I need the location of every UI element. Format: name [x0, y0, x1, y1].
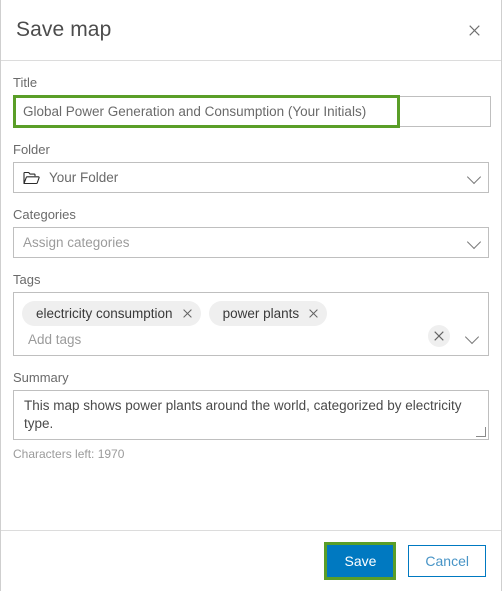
title-input[interactable]: Global Power Generation and Consumption … — [13, 96, 491, 127]
folder-field-group: Folder Your Folder — [13, 142, 489, 193]
dialog-footer: Save Cancel — [1, 530, 501, 591]
summary-field-group: Summary This map shows power plants arou… — [13, 370, 489, 461]
cancel-button[interactable]: Cancel — [408, 545, 486, 577]
title-label: Title — [13, 75, 38, 90]
categories-label: Categories — [13, 207, 76, 222]
folder-label: Folder — [13, 142, 50, 157]
tags-label: Tags — [13, 272, 41, 287]
add-tags-input[interactable]: Add tags — [22, 329, 428, 349]
save-button[interactable]: Save — [327, 545, 394, 577]
summary-textarea[interactable]: This map shows power plants around the w… — [13, 390, 489, 440]
tags-field-group: Tags electricity consumption power plant… — [13, 272, 489, 356]
close-icon[interactable] — [309, 307, 318, 320]
characters-left-text: Characters left: 1970 — [13, 447, 125, 461]
close-icon[interactable] — [182, 307, 192, 320]
tags-input-container[interactable]: electricity consumption power plants Add… — [13, 292, 489, 356]
chevron-down-icon — [466, 234, 482, 249]
clear-tags-icon[interactable] — [428, 325, 450, 347]
page-title: Save map — [16, 18, 112, 41]
folder-value: Your Folder — [49, 170, 119, 185]
tag-chip[interactable]: power plants — [208, 301, 328, 326]
dialog-body: Title Global Power Generation and Consum… — [1, 61, 501, 530]
folder-select[interactable]: Your Folder — [13, 162, 489, 193]
categories-select[interactable]: Assign categories — [13, 227, 489, 258]
folder-icon — [23, 171, 40, 185]
title-row: Global Power Generation and Consumption … — [13, 95, 491, 128]
chevron-down-icon[interactable] — [464, 329, 480, 345]
save-map-dialog: Save map Title Global Power Generation a… — [0, 0, 502, 591]
categories-field-group: Categories Assign categories — [13, 207, 489, 258]
tag-chip[interactable]: electricity consumption — [22, 301, 201, 326]
resize-handle-icon[interactable] — [476, 427, 486, 437]
summary-value: This map shows power plants around the w… — [24, 398, 462, 431]
chevron-down-icon — [466, 169, 482, 184]
dialog-header: Save map — [1, 0, 501, 61]
tag-chip-label: power plants — [222, 306, 300, 321]
tag-chip-list: electricity consumption power plants — [22, 301, 428, 326]
tag-chip-label: electricity consumption — [36, 306, 173, 321]
close-icon[interactable] — [463, 19, 485, 41]
cancel-button-wrap: Cancel — [405, 542, 489, 580]
title-field-group: Title Global Power Generation and Consum… — [13, 75, 491, 128]
categories-placeholder: Assign categories — [23, 235, 130, 250]
summary-label: Summary — [13, 370, 69, 385]
save-button-highlight: Save — [324, 542, 397, 580]
